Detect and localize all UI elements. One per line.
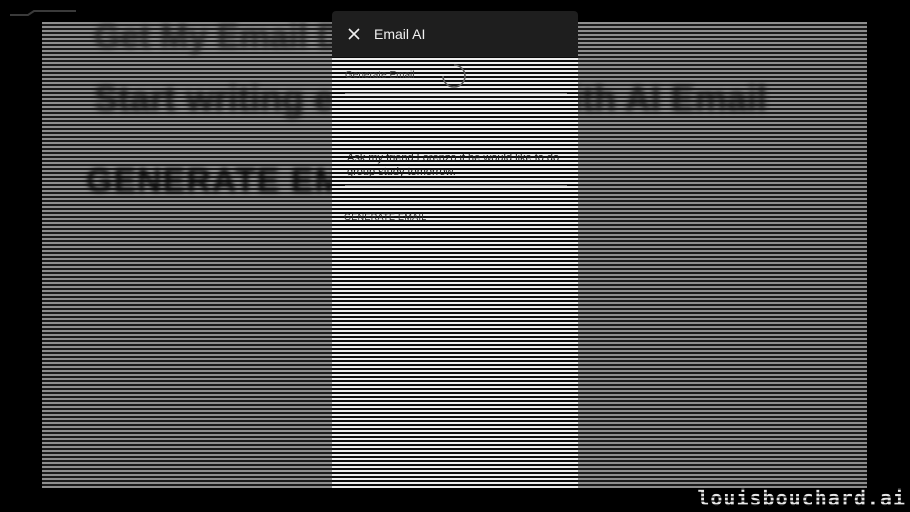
generate-email-field[interactable] — [345, 93, 567, 94]
watermark: louisbouchard.ai — [697, 486, 906, 510]
generate-email-button[interactable]: GENERATE EMAIL — [344, 212, 427, 222]
close-icon — [348, 28, 360, 40]
panel-header: Email AI — [332, 11, 578, 57]
email-ai-panel — [332, 22, 578, 488]
generate-email-field-label: Generate Email — [345, 70, 415, 81]
loading-spinner-icon — [442, 64, 466, 88]
logo-icon — [10, 10, 76, 16]
video-frame: Get My Email Done Start writing emails f… — [0, 0, 910, 512]
panel-title: Email AI — [374, 26, 426, 42]
prompt-input-underline — [345, 185, 567, 186]
close-button[interactable] — [346, 26, 362, 42]
prompt-input[interactable]: Ask my friend Lorenzo if he would like t… — [347, 151, 569, 179]
